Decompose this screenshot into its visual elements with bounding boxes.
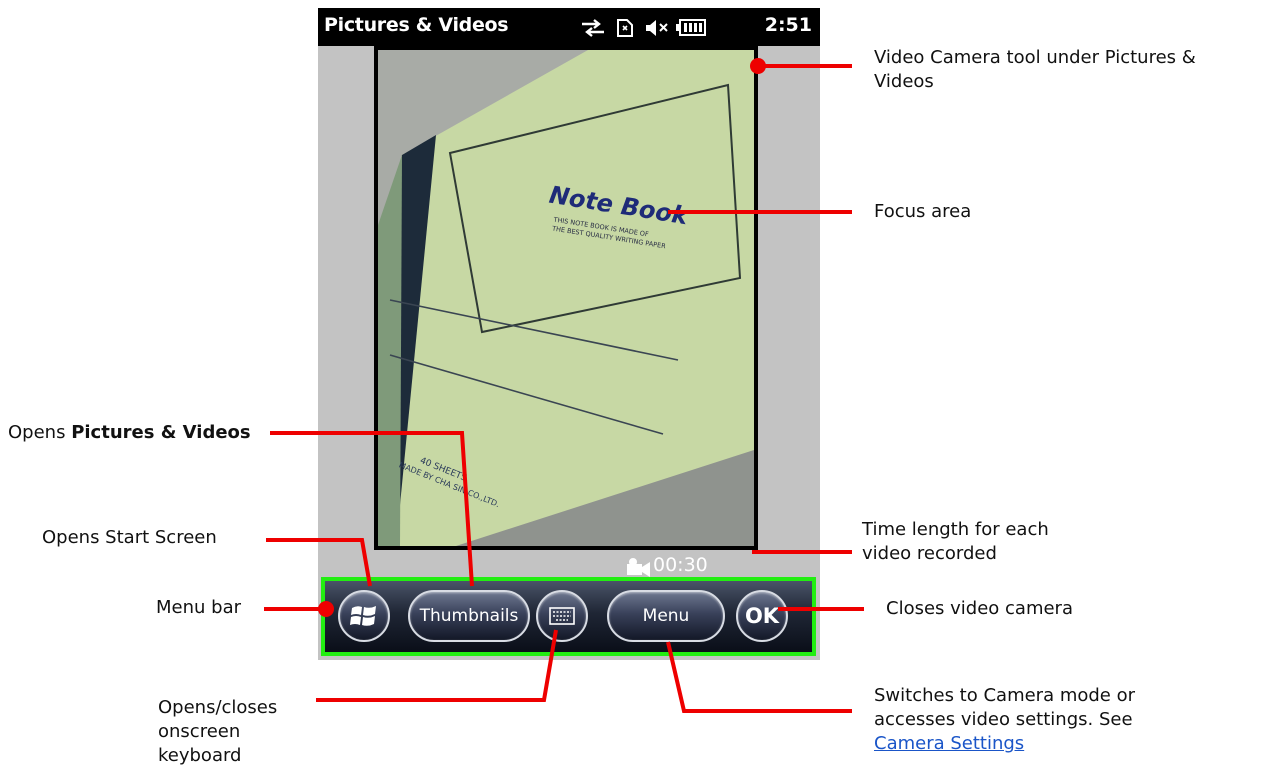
annotation-opens-bold: Pictures & Videos bbox=[71, 422, 251, 443]
annotation-opens-prefix: Opens bbox=[8, 422, 72, 443]
annotation-switches-text: Switches to Camera mode or accesses vide… bbox=[874, 685, 1136, 730]
annotation-time-length: Time length for each video recorded bbox=[862, 519, 1049, 564]
annotation-switches: Switches to Camera mode or accesses vide… bbox=[874, 684, 1204, 756]
annotation-focus-area: Focus area bbox=[874, 201, 972, 222]
annotation-video-camera-tool: Video Camera tool under Pictures & Video… bbox=[874, 47, 1196, 92]
annotation-opens-start: Opens Start Screen bbox=[42, 527, 217, 548]
annotation-opens-pictures: Opens Pictures & Videos bbox=[8, 421, 251, 445]
annotation-closes-camera: Closes video camera bbox=[886, 598, 1073, 619]
annotation-keyboard: Opens/closes onscreen keyboard bbox=[158, 697, 278, 766]
annotation-menu-bar: Menu bar bbox=[156, 597, 241, 618]
camera-settings-link[interactable]: Camera Settings bbox=[874, 733, 1024, 754]
callout-lines bbox=[264, 58, 864, 713]
